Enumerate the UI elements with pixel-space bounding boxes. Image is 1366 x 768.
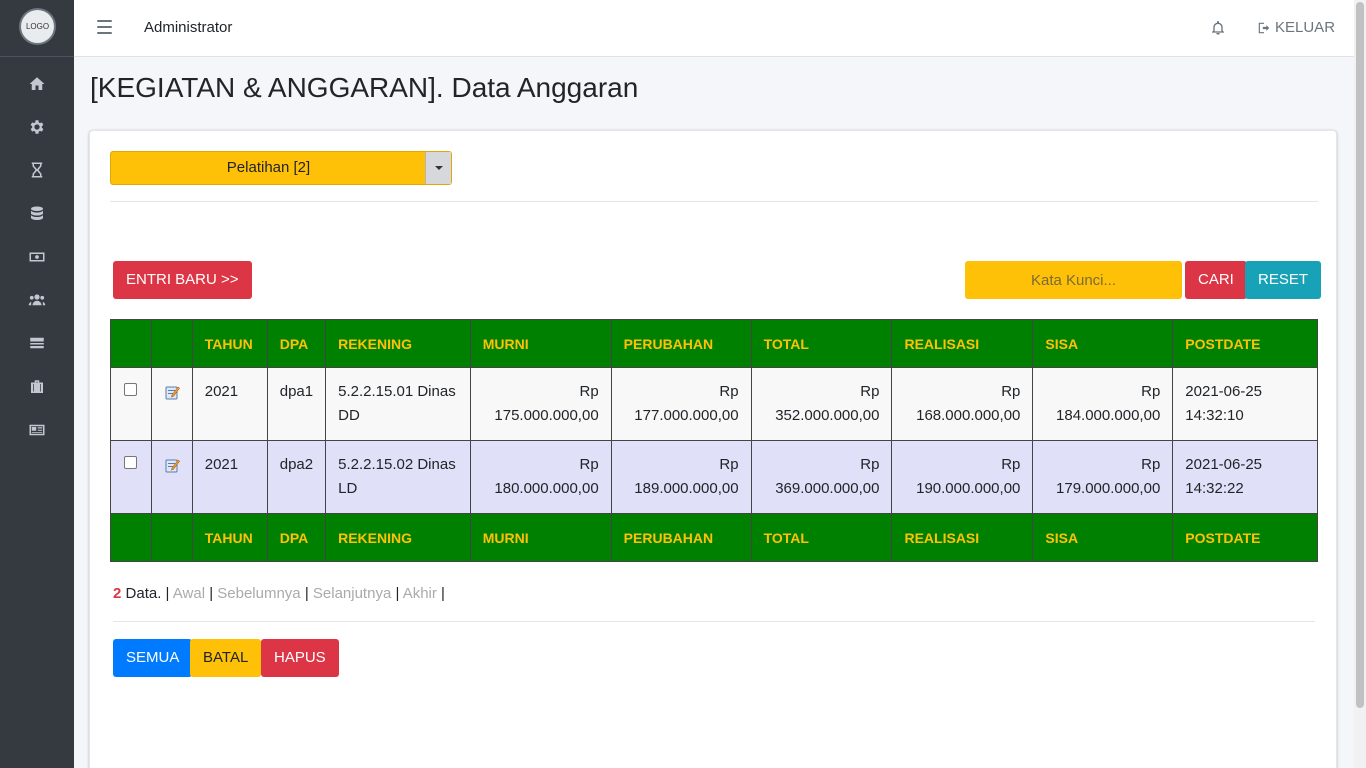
pager-prev-link[interactable]: Sebelumnya xyxy=(217,585,300,602)
cell-perubahan: Rp 189.000.000,00 xyxy=(610,440,752,514)
bell-icon[interactable] xyxy=(1210,19,1226,37)
footer-realisasi: REALISASI xyxy=(891,513,1034,562)
search-button[interactable]: CARI xyxy=(1185,261,1247,299)
pager-last-link[interactable]: Akhir xyxy=(403,585,437,602)
footer-edit xyxy=(150,513,193,562)
header-total[interactable]: TOTAL xyxy=(750,319,893,368)
footer-dpa: DPA xyxy=(266,513,327,562)
top-navbar: Administrator KELUAR xyxy=(74,0,1354,57)
header-tahun[interactable]: TAHUN xyxy=(191,319,268,368)
header-realisasi[interactable]: REALISASI xyxy=(891,319,1034,368)
edit-icon[interactable] xyxy=(164,457,180,473)
database-icon[interactable] xyxy=(27,204,47,224)
cell-tahun: 2021 xyxy=(191,367,268,441)
header-postdate[interactable]: POSTDATE xyxy=(1172,319,1318,368)
logo-text: LOGO xyxy=(25,22,50,31)
footer-rekening: REKENING xyxy=(325,513,471,562)
row-select-cell xyxy=(110,440,152,514)
header-dpa[interactable]: DPA xyxy=(266,319,327,368)
divider xyxy=(110,201,1318,202)
footer-tahun: TAHUN xyxy=(191,513,268,562)
table-header-row: TAHUN DPA REKENING MURNI PERUBAHAN TOTAL… xyxy=(110,319,1318,368)
footer-sisa: SISA xyxy=(1032,513,1174,562)
newspaper-icon[interactable] xyxy=(27,420,47,440)
pager-next-link[interactable]: Selanjutnya xyxy=(313,585,391,602)
header-select xyxy=(110,319,152,368)
footer-murni: MURNI xyxy=(469,513,612,562)
chevron-down-icon[interactable] xyxy=(425,152,451,184)
table-row: 2021 dpa2 5.2.2.15.02 Dinas LD Rp 180.00… xyxy=(110,440,1318,514)
logout-label: KELUAR xyxy=(1275,19,1336,36)
cell-dpa: dpa1 xyxy=(266,367,327,441)
sign-out-icon xyxy=(1258,22,1270,33)
scrollbar-thumb[interactable] xyxy=(1356,2,1364,708)
edit-icon[interactable] xyxy=(164,384,180,400)
sidebar-divider xyxy=(0,56,74,57)
row-select-cell xyxy=(110,367,152,441)
page-title: [KEGIATAN & ANGGARAN]. Data Anggaran xyxy=(90,72,639,103)
cell-rekening: 5.2.2.15.02 Dinas LD xyxy=(325,440,471,514)
user-role-title: Administrator xyxy=(144,19,233,36)
header-rekening[interactable]: REKENING xyxy=(325,319,471,368)
cell-sisa: Rp 179.000.000,00 xyxy=(1032,440,1174,514)
footer-total: TOTAL xyxy=(750,513,893,562)
header-sisa[interactable]: SISA xyxy=(1032,319,1174,368)
page-scrollbar[interactable] xyxy=(1354,0,1366,768)
content-card: Pelatihan [2] ENTRI BARU >> CARI RESET T… xyxy=(89,130,1337,768)
cell-murni: Rp 175.000.000,00 xyxy=(469,367,612,441)
delete-button[interactable]: HAPUS xyxy=(261,639,339,677)
footer-postdate: POSTDATE xyxy=(1172,513,1318,562)
cell-total: Rp 369.000.000,00 xyxy=(750,440,893,514)
logout-link[interactable]: KELUAR xyxy=(1257,19,1335,36)
table-row: 2021 dpa1 5.2.2.15.01 Dinas DD Rp 175.00… xyxy=(110,367,1318,441)
row-checkbox[interactable] xyxy=(124,456,138,469)
cell-tahun: 2021 xyxy=(191,440,268,514)
cancel-button[interactable]: BATAL xyxy=(190,639,262,677)
cell-postdate: 2021-06-25 14:32:10 xyxy=(1172,367,1318,441)
cell-total: Rp 352.000.000,00 xyxy=(750,367,893,441)
new-entry-button[interactable]: ENTRI BARU >> xyxy=(113,261,252,299)
header-perubahan[interactable]: PERUBAHAN xyxy=(610,319,752,368)
cell-perubahan: Rp 177.000.000,00 xyxy=(610,367,752,441)
home-icon[interactable] xyxy=(27,74,47,94)
row-checkbox[interactable] xyxy=(124,383,138,396)
kegiatan-select[interactable]: Pelatihan [2] xyxy=(110,151,452,185)
cell-postdate: 2021-06-25 14:32:22 xyxy=(1172,440,1318,514)
menu-toggle-icon[interactable] xyxy=(97,20,112,34)
pager-first-link[interactable]: Awal xyxy=(173,585,205,602)
header-edit xyxy=(150,319,193,368)
footer-select xyxy=(110,513,152,562)
users-icon[interactable] xyxy=(27,290,47,310)
search-input[interactable] xyxy=(965,261,1182,299)
record-count-label: Data. xyxy=(125,585,162,602)
cell-realisasi: Rp 190.000.000,00 xyxy=(891,440,1034,514)
record-count: 2 xyxy=(113,585,122,602)
reset-button[interactable]: RESET xyxy=(1245,261,1322,299)
row-edit-cell xyxy=(150,367,193,441)
logo[interactable]: LOGO xyxy=(21,10,54,43)
pagination: 2 Data. | Awal | Sebelumnya | Selanjutny… xyxy=(113,585,445,602)
cell-dpa: dpa2 xyxy=(266,440,327,514)
sidebar: LOGO xyxy=(0,0,74,768)
cell-murni: Rp 180.000.000,00 xyxy=(469,440,612,514)
row-edit-cell xyxy=(150,440,193,514)
briefcase-icon[interactable] xyxy=(27,377,47,397)
select-all-button[interactable]: SEMUA xyxy=(113,639,193,677)
server-icon[interactable] xyxy=(27,333,47,353)
cell-sisa: Rp 184.000.000,00 xyxy=(1032,367,1174,441)
gear-icon[interactable] xyxy=(27,117,47,137)
header-murni[interactable]: MURNI xyxy=(469,319,612,368)
divider xyxy=(113,621,1315,622)
money-icon[interactable] xyxy=(27,247,47,267)
table-footer-row: TAHUN DPA REKENING MURNI PERUBAHAN TOTAL… xyxy=(110,513,1318,562)
budget-table: TAHUN DPA REKENING MURNI PERUBAHAN TOTAL… xyxy=(110,319,1318,562)
cell-realisasi: Rp 168.000.000,00 xyxy=(891,367,1034,441)
footer-perubahan: PERUBAHAN xyxy=(610,513,752,562)
cell-rekening: 5.2.2.15.01 Dinas DD xyxy=(325,367,471,441)
select-value: Pelatihan [2] xyxy=(226,159,311,176)
hourglass-icon[interactable] xyxy=(27,160,47,180)
